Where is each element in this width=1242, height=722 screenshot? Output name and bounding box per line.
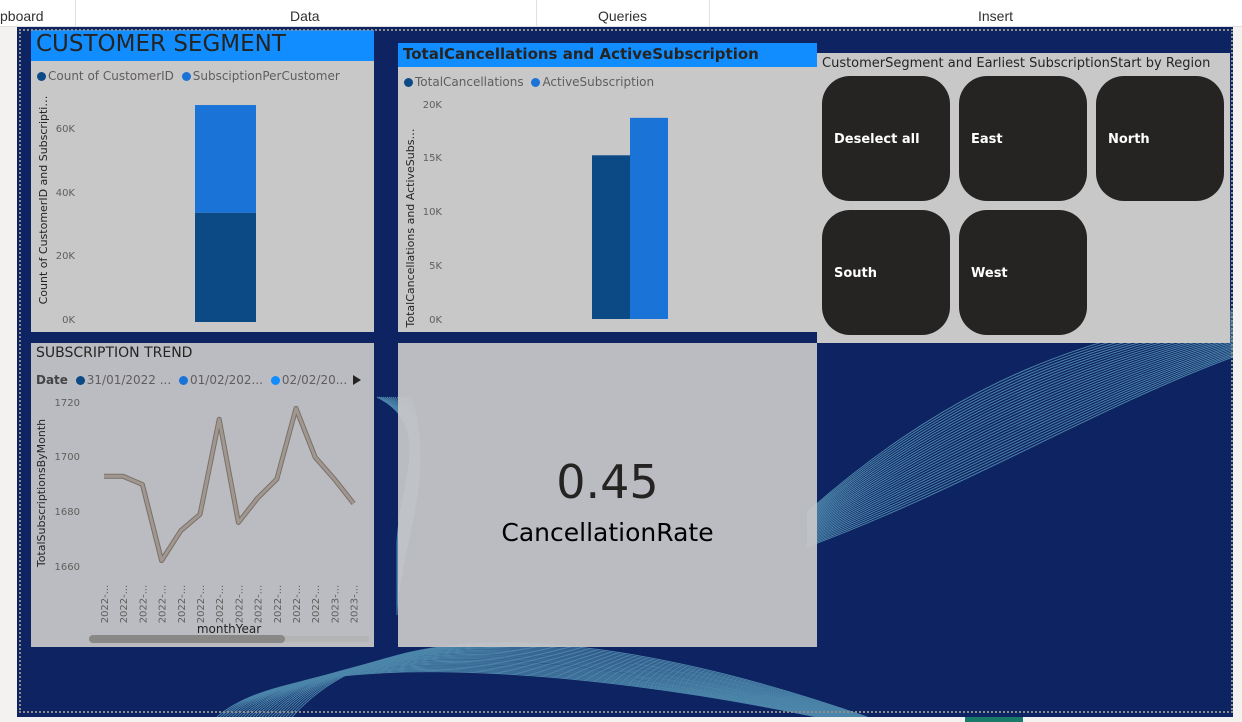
- x-tick-label: 2022-...: [100, 585, 111, 624]
- subscription-trend-visual[interactable]: SUBSCRIPTION TREND Date 31/01/2022 ... 0…: [31, 343, 374, 647]
- y-tick-label: 15K: [423, 153, 443, 164]
- customer-segment-y-axis-title: Count of CustomerID and Subscripti…: [37, 96, 50, 305]
- left-margin: [0, 27, 17, 722]
- x-tick-label: 2022-...: [292, 585, 303, 624]
- slicer-south-label: South: [834, 266, 878, 281]
- x-tick-label: 2022-...: [254, 585, 265, 624]
- wave-line: [806, 321, 1233, 521]
- x-tick-label: 2022-...: [177, 585, 188, 624]
- x-tick-label: 2022-...: [273, 585, 284, 624]
- trend-y-axis-title: TotalSubscriptionsByMonth: [35, 419, 48, 568]
- wave-line: [806, 356, 1233, 548]
- y-tick-label: 60K: [56, 124, 76, 135]
- slicer-east-button[interactable]: East: [959, 76, 1087, 201]
- ribbon-tab-insert[interactable]: Insert: [978, 8, 1013, 24]
- ribbon-separator: [75, 0, 76, 26]
- subscription-trend-chart: TotalSubscriptionsByMonth 1660 1680 1700…: [35, 398, 361, 636]
- y-tick-label: 20K: [56, 251, 76, 262]
- x-tick-label: 2023-...: [350, 585, 361, 624]
- slicer-north-label: North: [1108, 132, 1150, 147]
- x-tick-label: 2022-...: [311, 585, 322, 624]
- ribbon-separator: [536, 0, 537, 26]
- y-tick-label: 5K: [429, 261, 442, 272]
- slicer-east-label: East: [971, 132, 1003, 147]
- x-tick-label: 2022-...: [215, 585, 226, 624]
- slicer-deselect-all-label: Deselect all: [834, 132, 920, 147]
- trend-x-axis-title: monthYear: [197, 622, 261, 636]
- x-tick-label: 2022-...: [138, 585, 149, 624]
- y-tick-label: 10K: [423, 207, 443, 218]
- slicer-west-button[interactable]: West: [959, 210, 1087, 335]
- active-page-tab[interactable]: [965, 717, 1023, 722]
- x-tick-label: 2022-...: [234, 585, 245, 624]
- card-value: 0.45: [556, 455, 659, 509]
- region-slicer-title: CustomerSegment and Earliest Subscriptio…: [822, 56, 1211, 71]
- wave-line: [806, 350, 1233, 543]
- report-canvas[interactable]: CUSTOMER SEGMENT Count of CustomerID Sub…: [17, 27, 1233, 717]
- cancellations-visual[interactable]: TotalCancellations and ActiveSubscriptio…: [398, 43, 817, 332]
- y-tick-label: 1660: [55, 562, 80, 573]
- bar-subsciptionpercustomer[interactable]: [195, 105, 256, 213]
- ribbon-tab-clipboard[interactable]: pboard: [0, 8, 44, 24]
- x-tick-label: 2022-...: [119, 585, 130, 624]
- bar-totalcancellations[interactable]: [592, 155, 630, 319]
- slicer-deselect-all-button[interactable]: Deselect all: [822, 76, 950, 201]
- y-tick-label: 40K: [56, 188, 76, 199]
- y-tick-label: 20K: [423, 100, 443, 111]
- ribbon-separator: [709, 0, 710, 26]
- y-tick-label: 0K: [62, 315, 75, 326]
- x-tick-label: 2023-...: [330, 585, 341, 624]
- ribbon-bar: pboard Data Queries Insert: [0, 0, 1242, 27]
- region-slicer[interactable]: CustomerSegment and Earliest Subscriptio…: [817, 53, 1230, 343]
- right-margin: [1233, 27, 1242, 722]
- y-tick-label: 0K: [429, 315, 442, 326]
- bar-count-of-customerid[interactable]: [195, 212, 256, 322]
- customer-segment-visual[interactable]: CUSTOMER SEGMENT Count of CustomerID Sub…: [31, 30, 374, 332]
- slicer-west-label: West: [971, 266, 1008, 281]
- cancellations-chart: TotalCancellations and ActiveSubs… 0K 5K…: [404, 100, 668, 329]
- horizontal-scrollbar-thumb[interactable]: [89, 635, 285, 643]
- card-label: CancellationRate: [501, 518, 714, 547]
- y-tick-label: 1720: [55, 398, 80, 409]
- bar-activesubscription[interactable]: [630, 117, 668, 319]
- cancellation-rate-card[interactable]: 0.45 CancellationRate: [398, 343, 817, 647]
- x-tick-label: 2022-...: [158, 585, 169, 624]
- cancellations-y-axis-title: TotalCancellations and ActiveSubs…: [404, 129, 417, 329]
- customer-segment-chart: Count of CustomerID and Subscripti… 0K 2…: [37, 96, 256, 326]
- y-tick-label: 1700: [55, 452, 80, 463]
- y-tick-label: 1680: [55, 507, 80, 518]
- slicer-north-button[interactable]: North: [1096, 76, 1224, 201]
- ribbon-tab-data[interactable]: Data: [290, 8, 320, 24]
- bottom-page-tabs-strip: [0, 717, 1242, 722]
- slicer-south-button[interactable]: South: [822, 210, 950, 335]
- ribbon-tab-queries[interactable]: Queries: [598, 8, 647, 24]
- x-tick-label: 2022-...: [196, 585, 207, 624]
